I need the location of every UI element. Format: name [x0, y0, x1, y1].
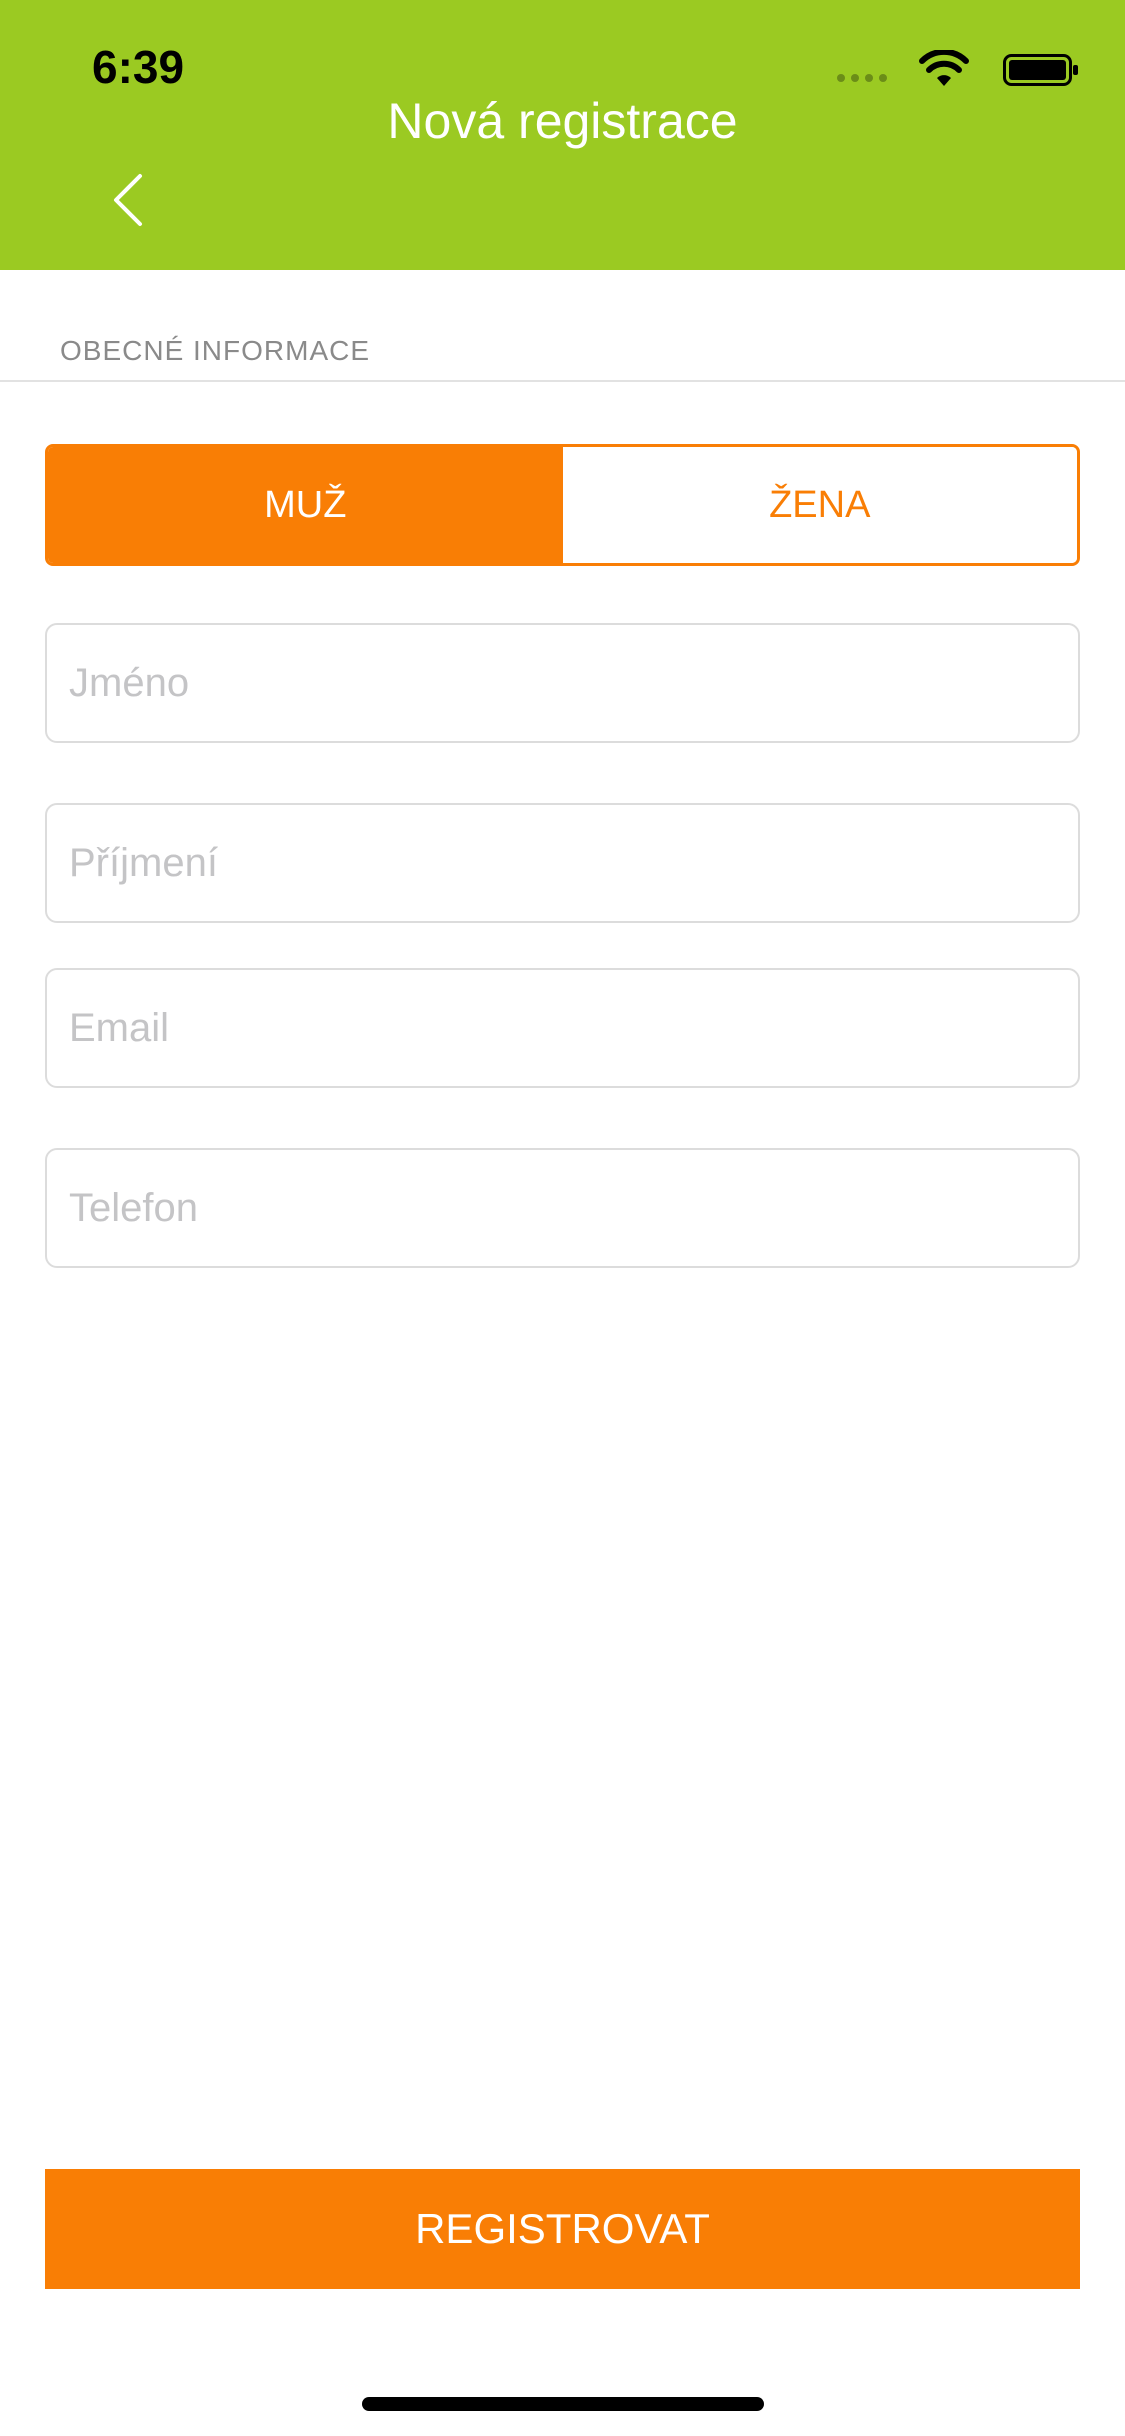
divider [0, 380, 1125, 382]
first-name-field-container [45, 623, 1080, 743]
first-name-input[interactable] [47, 625, 1078, 741]
email-input[interactable] [47, 970, 1078, 1086]
gender-segmented-control: MUŽ ŽENA [45, 444, 1080, 566]
phone-input[interactable] [47, 1150, 1078, 1266]
gender-option-female[interactable]: ŽENA [562, 447, 1077, 563]
email-field-container [45, 968, 1080, 1088]
status-time: 6:39 [92, 41, 185, 93]
section-title: OBECNÉ INFORMACE [60, 335, 371, 366]
battery-icon [1003, 54, 1078, 86]
back-button[interactable] [106, 172, 150, 228]
chevron-left-icon [114, 174, 142, 226]
home-indicator [362, 2397, 764, 2411]
registration-screen: 6:39 Nová registrace OBECNÉ INFORMACE MU… [0, 0, 1125, 2436]
status-icons [779, 50, 1079, 90]
nav-header: 6:39 Nová registrace [0, 0, 1125, 270]
last-name-field-container [45, 803, 1080, 923]
register-button[interactable]: REGISTROVAT [45, 2169, 1080, 2289]
last-name-input[interactable] [47, 805, 1078, 921]
wifi-icon [919, 50, 969, 86]
phone-field-container [45, 1148, 1080, 1268]
signal-icon [837, 74, 889, 82]
page-title: Nová registrace [387, 93, 738, 149]
gender-option-male[interactable]: MUŽ [48, 447, 563, 563]
